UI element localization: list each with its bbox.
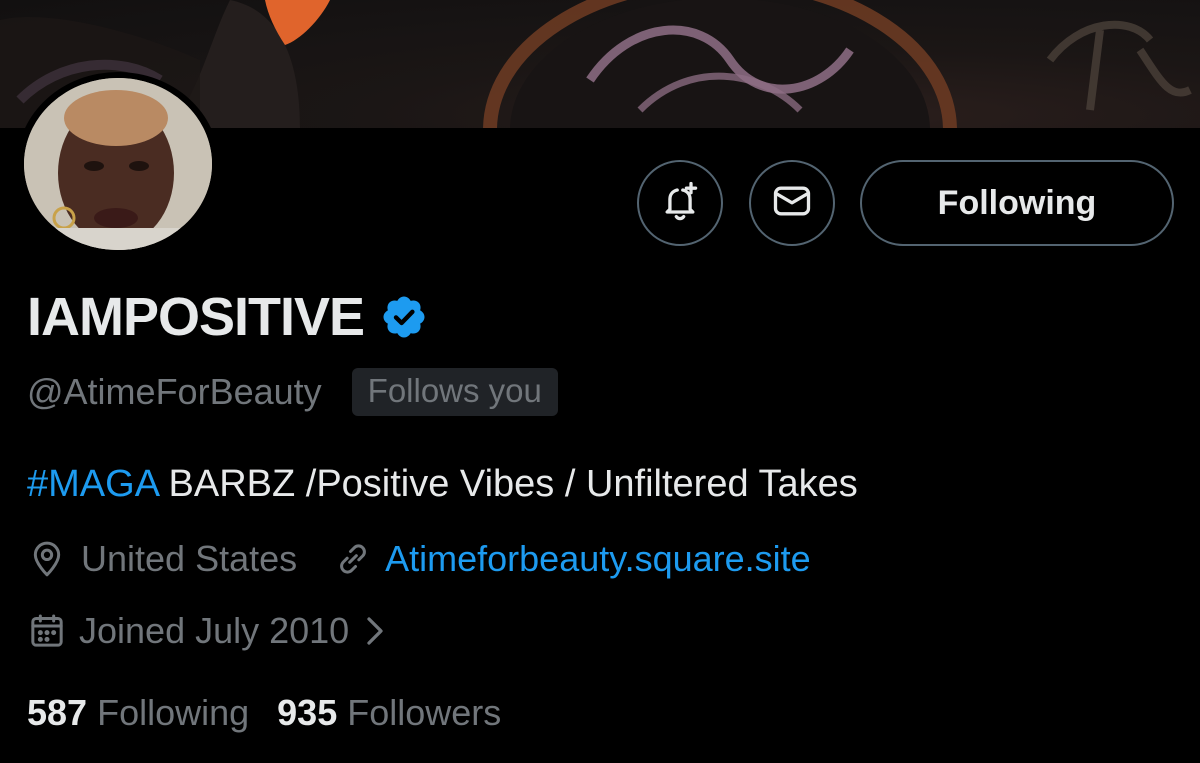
follows-you-badge: Follows you (351, 368, 558, 416)
location-text: United States (81, 538, 298, 579)
handle-row: @AtimeForBeauty Follows you (27, 368, 558, 416)
display-name: IAMPOSITIVE (27, 287, 365, 347)
follow-counts: 587 Following 935 Followers (27, 692, 501, 734)
bio: #MAGA BARBZ /Positive Vibes / Unfiltered… (27, 463, 858, 506)
website-link[interactable]: Atimeforbeauty.square.site (385, 538, 811, 580)
followers-label: Followers (347, 692, 502, 733)
location-pin-icon (27, 539, 67, 579)
following-button-label: Following (937, 183, 1097, 222)
bio-text: BARBZ /Positive Vibes / Unfiltered Takes (157, 463, 858, 505)
link-icon (333, 539, 373, 579)
bell-plus-icon (658, 179, 702, 228)
envelope-icon (770, 179, 814, 228)
followers-count-link[interactable]: 935 Followers (277, 692, 501, 734)
joined-date: Joined July 2010 (79, 610, 350, 651)
avatar-image (24, 78, 212, 250)
following-count: 587 (27, 692, 88, 733)
following-button[interactable]: Following (860, 160, 1174, 246)
bio-hashtag-link[interactable]: #MAGA (27, 463, 158, 505)
location-website-row: United States Atimeforbeauty.square.site (27, 538, 811, 580)
avatar[interactable] (17, 72, 219, 256)
following-count-link[interactable]: 587 Following (27, 692, 249, 734)
message-button[interactable] (749, 160, 835, 246)
joined-row[interactable]: Joined July 2010 (27, 610, 389, 652)
display-name-row: IAMPOSITIVE (27, 286, 428, 348)
chevron-right-icon (361, 613, 389, 649)
user-handle: @AtimeForBeauty (27, 371, 322, 412)
followers-count: 935 (277, 692, 338, 733)
verified-badge-icon[interactable] (380, 293, 428, 341)
notify-button[interactable] (637, 160, 723, 246)
following-label: Following (97, 692, 250, 733)
calendar-icon (27, 611, 67, 651)
